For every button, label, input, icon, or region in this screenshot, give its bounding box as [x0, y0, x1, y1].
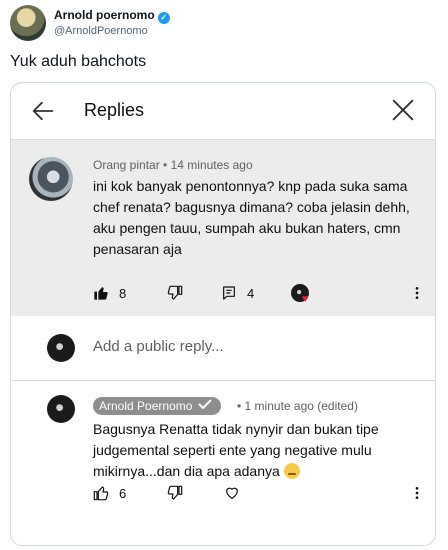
like-button[interactable]: 8 — [93, 283, 126, 303]
creator-heart: ♥ — [291, 283, 316, 305]
thumbs-up-icon — [93, 486, 109, 501]
heart-button[interactable] — [224, 483, 240, 503]
reply-input[interactable]: Add a public reply... — [93, 338, 224, 355]
reply-meta: • 1 minute ago (edited) — [237, 399, 358, 413]
relieved-face-emoji — [283, 463, 300, 479]
tweet-header: Arnold poernomo ✓ @ArnoldPoernomo — [10, 5, 438, 41]
more-options-button[interactable] — [409, 283, 425, 303]
reply-author-avatar[interactable] — [47, 395, 75, 423]
reply-text-block: Bagusnya Renatta tidak nynyir dan bukan … — [93, 419, 415, 482]
tweet-text: Yuk aduh bahchots — [10, 53, 147, 70]
verified-badge-icon: ✓ — [157, 12, 170, 24]
more-vertical-icon — [415, 287, 419, 299]
back-button[interactable] — [29, 97, 57, 125]
parent-comment: Orang pintar • 14 minutes ago ini kok ba… — [11, 140, 435, 316]
reply-count: 4 — [247, 285, 255, 301]
author-avatar[interactable] — [10, 5, 46, 41]
comment-meta: Orang pintar • 14 minutes ago — [93, 158, 253, 172]
reply-like-button[interactable]: 6 — [93, 483, 126, 503]
comment-time: 14 minutes ago — [170, 158, 253, 172]
verified-check-icon — [198, 399, 213, 410]
reply-like-count: 6 — [119, 485, 127, 501]
commenter-avatar[interactable] — [29, 157, 73, 201]
comment-icon — [223, 286, 235, 300]
replies-count-button[interactable]: 4 — [221, 283, 254, 303]
reply-more-options-button[interactable] — [409, 483, 425, 503]
reply-comment: Arnold Poernomo • 1 minute ago (edited) … — [11, 381, 435, 545]
comment-text: ini kok banyak penontonnya? knp pada suk… — [93, 178, 410, 257]
thumbs-down-icon — [167, 485, 183, 500]
replies-title: Replies — [84, 100, 145, 120]
author-name-text[interactable]: Arnold poernomo — [54, 8, 155, 22]
heart-icon: ♥ — [302, 293, 309, 305]
thumbs-up-filled-icon — [94, 287, 108, 300]
author-handle[interactable]: @ArnoldPoernomo — [54, 25, 148, 37]
dislike-button[interactable] — [167, 283, 183, 303]
reply-text: Bagusnya Renatta tidak nynyir dan bukan … — [93, 421, 379, 479]
reply-author-name: Arnold Poernomo — [99, 399, 193, 413]
add-reply-row: Add a public reply... — [11, 316, 435, 381]
arrow-left-icon — [32, 101, 54, 121]
close-icon — [392, 99, 414, 121]
heart-outline-icon — [226, 487, 238, 499]
reply-time: 1 minute ago (edited) — [244, 399, 358, 413]
replies-screenshot[interactable]: Replies Orang pintar • 14 minutes ago in… — [10, 82, 436, 546]
meta-separator: • — [163, 158, 171, 172]
replies-header: Replies — [11, 83, 435, 140]
thumbs-down-icon — [167, 285, 183, 300]
commenter-name[interactable]: Orang pintar — [93, 158, 160, 172]
current-user-avatar — [47, 334, 75, 362]
like-count: 8 — [119, 285, 127, 301]
reply-dislike-button[interactable] — [167, 483, 183, 503]
meta-separator: • — [237, 399, 245, 413]
close-button[interactable] — [389, 96, 417, 124]
creator-name-chip[interactable]: Arnold Poernomo — [93, 397, 222, 415]
more-vertical-icon — [415, 487, 419, 499]
author-name[interactable]: Arnold poernomo ✓ — [54, 8, 170, 24]
